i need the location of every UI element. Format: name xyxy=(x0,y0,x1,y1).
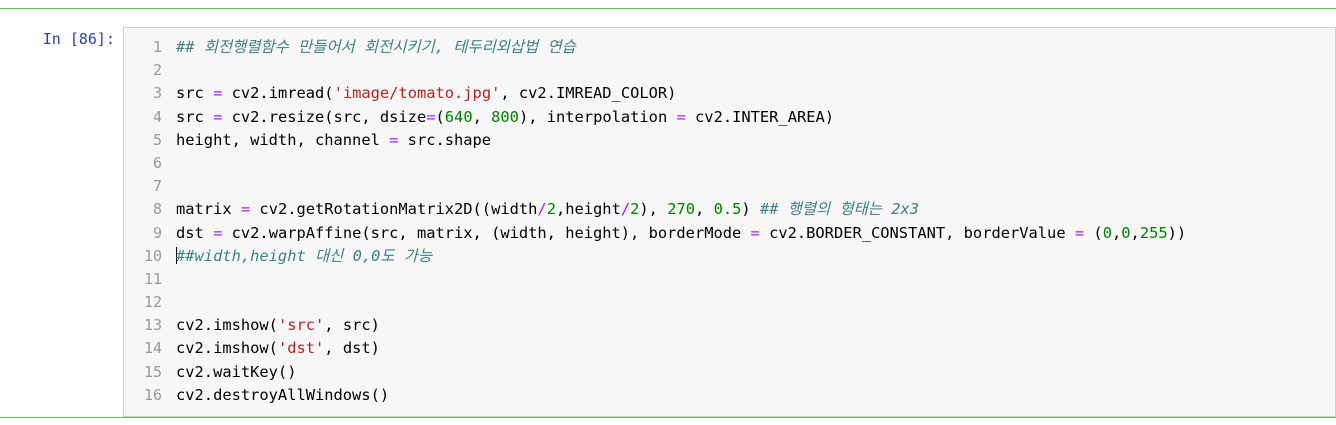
code-token: cv2.waitKey() xyxy=(176,362,297,381)
line-number: 14 xyxy=(143,339,162,358)
line-number: 6 xyxy=(152,153,162,172)
line-number: 8 xyxy=(152,200,162,219)
code-token: matrix xyxy=(176,200,241,219)
line-number-gutter: 1 2 3 4 5 6 7 8 9 10 11 12 13 14 15 16 xyxy=(124,36,162,407)
code-line-3: src = cv2.imread('image/tomato.jpg', cv2… xyxy=(176,82,1335,105)
operator-token: = xyxy=(240,200,251,219)
notebook-code-cell[interactable]: In [86]: 1 2 3 4 5 6 7 8 9 10 11 12 13 1… xyxy=(0,8,1336,418)
code-token: cv2.INTER_AREA) xyxy=(685,107,835,126)
operator-token: = xyxy=(389,130,399,149)
code-line-4: src = cv2.resize(src, dsize=(640, 800), … xyxy=(176,106,1335,129)
string-token: 'image/tomato.jpg' xyxy=(333,84,501,103)
code-token: , cv2.IMREAD_COLOR) xyxy=(500,84,677,103)
code-token: )) xyxy=(1167,223,1187,242)
code-token: , xyxy=(695,200,714,219)
operator-token: = xyxy=(213,223,223,242)
comment-token: ##width,height 대신 0,0도 가능 xyxy=(176,246,433,265)
code-line-10: ##width,height 대신 0,0도 가능 xyxy=(176,245,1335,268)
line-number: 5 xyxy=(152,130,162,149)
line-number: 10 xyxy=(143,246,162,265)
operator-token: = xyxy=(213,107,223,126)
code-token: , xyxy=(1111,223,1122,242)
line-number: 12 xyxy=(143,293,162,312)
operator-token: = xyxy=(426,107,436,126)
number-token: 255 xyxy=(1139,223,1168,242)
line-number: 2 xyxy=(152,61,162,80)
code-line-16: cv2.destroyAllWindows() xyxy=(176,384,1335,407)
line-number: 9 xyxy=(152,223,162,242)
comment-token: ## 회전행렬함수 만들어서 회전시키기, 테두리외삽법 연습 xyxy=(176,38,576,56)
number-token: 0.5 xyxy=(713,200,742,219)
line-number: 4 xyxy=(152,107,162,126)
code-token: ), xyxy=(639,200,668,219)
number-token: 0 xyxy=(1121,223,1131,242)
code-token: cv2.destroyAllWindows() xyxy=(176,385,390,404)
line-number: 1 xyxy=(152,38,162,56)
code-text-area[interactable]: ## 회전행렬함수 만들어서 회전시키기, 테두리외삽법 연습 src = cv… xyxy=(176,36,1335,407)
number-token: 270 xyxy=(667,200,696,219)
code-line-9: dst = cv2.warpAffine(src, matrix, (width… xyxy=(176,222,1335,245)
code-token: , xyxy=(472,107,492,126)
code-line-5: height, width, channel = src.shape xyxy=(176,129,1335,152)
code-token: src xyxy=(176,84,214,103)
code-token: ( xyxy=(1084,223,1103,242)
line-number: 16 xyxy=(143,385,162,404)
code-token: cv2.warpAffine(src, matrix, (width, heig… xyxy=(222,223,751,242)
code-token: ,height xyxy=(555,200,621,219)
input-prompt: In [86]: xyxy=(42,30,115,48)
operator-token: = xyxy=(750,223,760,242)
code-line-13: cv2.imshow('src', src) xyxy=(176,314,1335,337)
code-token: ) xyxy=(741,200,760,219)
code-token: ( xyxy=(435,107,445,126)
code-token: dst xyxy=(176,223,214,242)
number-token: 0 xyxy=(1102,223,1112,242)
code-editor[interactable]: 1 2 3 4 5 6 7 8 9 10 11 12 13 14 15 16 #… xyxy=(123,27,1336,417)
string-token: 'dst' xyxy=(277,339,325,358)
line-number: 3 xyxy=(152,84,162,103)
code-token: cv2.imread( xyxy=(222,84,334,103)
code-line-8: matrix = cv2.getRotationMatrix2D((width/… xyxy=(176,198,1335,221)
string-token: 'src' xyxy=(277,316,325,335)
line-number: 7 xyxy=(152,177,162,196)
code-token: , src) xyxy=(324,316,380,335)
operator-token: = xyxy=(1074,223,1085,242)
code-token: cv2.resize(src, dsize xyxy=(222,107,427,126)
code-token: cv2.BORDER_CONSTANT, borderValue xyxy=(759,223,1075,242)
code-token: , xyxy=(1130,223,1140,242)
line-number: 11 xyxy=(143,269,162,288)
operator-token: = xyxy=(676,107,686,126)
number-token: 2 xyxy=(630,200,640,219)
line-number: 13 xyxy=(143,316,162,335)
number-token: 800 xyxy=(491,107,519,126)
code-token: src.shape xyxy=(398,130,492,149)
line-number: 15 xyxy=(143,362,162,381)
number-token: 640 xyxy=(444,107,473,126)
operator-token: = xyxy=(213,84,223,103)
code-token: height, width, channel xyxy=(176,130,390,149)
comment-token: ## 행렬의 형태는 2x3 xyxy=(759,200,920,219)
code-line-14: cv2.imshow('dst', dst) xyxy=(176,337,1335,360)
operator-token: / xyxy=(620,200,631,219)
operator-token: / xyxy=(537,200,547,219)
code-token: src xyxy=(176,107,214,126)
code-token: cv2.imshow( xyxy=(176,316,278,335)
code-token: , dst) xyxy=(324,339,380,358)
code-line-1: ## 회전행렬함수 만들어서 회전시키기, 테두리외삽법 연습 xyxy=(176,36,1335,59)
code-token: ), interpolation xyxy=(518,107,677,126)
code-line-15: cv2.waitKey() xyxy=(176,361,1335,384)
number-token: 2 xyxy=(546,200,556,219)
code-token: cv2.getRotationMatrix2D((width xyxy=(250,200,538,219)
code-token: cv2.imshow( xyxy=(176,339,278,358)
